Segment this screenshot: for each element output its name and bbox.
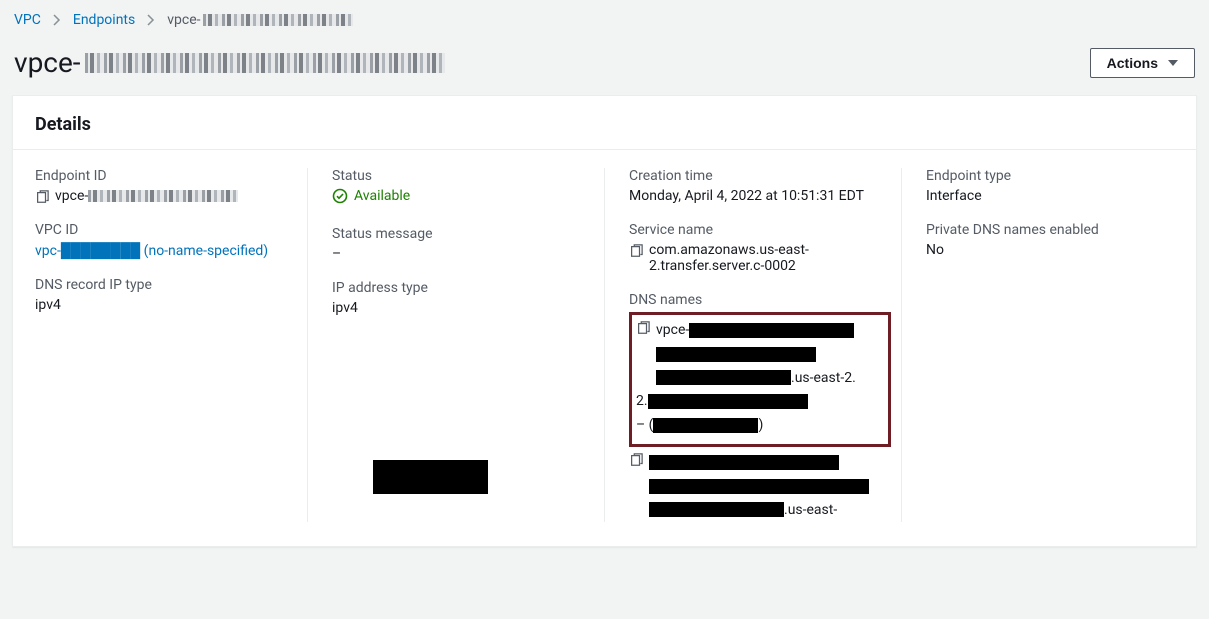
status-label: Status: [332, 168, 580, 184]
copy-icon[interactable]: [35, 190, 49, 204]
creation-time-label: Creation time: [629, 168, 877, 184]
chevron-down-icon: [1168, 60, 1178, 66]
page-title: vpce-: [14, 46, 445, 79]
dns-record-ip-type-label: DNS record IP type: [35, 277, 283, 293]
breadcrumb-current: vpce-: [167, 12, 352, 28]
dns-name-2: .us-east-: [649, 451, 877, 522]
endpoint-type-label: Endpoint type: [926, 168, 1174, 184]
check-circle-icon: [332, 188, 348, 204]
copy-icon[interactable]: [636, 321, 650, 335]
dns-names-label: DNS names: [629, 292, 877, 308]
endpoint-type-value: Interface: [926, 188, 1174, 204]
actions-button-label: Actions: [1107, 55, 1158, 71]
details-col-4: Endpoint type Interface Private DNS name…: [901, 168, 1174, 522]
private-dns-enabled-label: Private DNS names enabled: [926, 222, 1174, 238]
vpc-id-label: VPC ID: [35, 222, 283, 238]
status-value: Available: [332, 188, 410, 204]
vpc-id-link[interactable]: vpc-████████ (no-name-specified): [35, 243, 268, 259]
endpoint-id-label: Endpoint ID: [35, 168, 283, 184]
breadcrumb: VPC Endpoints vpce-: [12, 8, 1197, 46]
redaction-block: [373, 460, 488, 494]
dns-record-ip-type-value: ipv4: [35, 297, 283, 313]
service-name-value: com.amazonaws.us-east-2.transfer.server.…: [649, 242, 877, 274]
chevron-right-icon: [147, 14, 155, 26]
service-name-label: Service name: [629, 222, 877, 238]
details-heading: Details: [13, 96, 1196, 150]
details-col-3: Creation time Monday, April 4, 2022 at 1…: [604, 168, 901, 522]
dns-name-1: vpce- .us-east-2. 2. – (): [656, 319, 882, 438]
breadcrumb-vpc[interactable]: VPC: [14, 12, 41, 28]
details-col-1: Endpoint ID vpce- VPC ID vpc-████████ (n…: [35, 168, 307, 522]
ip-address-type-label: IP address type: [332, 280, 580, 296]
actions-button[interactable]: Actions: [1090, 48, 1195, 78]
copy-icon[interactable]: [629, 453, 643, 467]
dns-names-highlight: vpce- .us-east-2. 2. – (): [629, 312, 891, 447]
endpoint-id-value: vpce-: [55, 188, 238, 204]
ip-address-type-value: ipv4: [332, 300, 580, 316]
status-message-value: –: [332, 246, 580, 262]
creation-time-value: Monday, April 4, 2022 at 10:51:31 EDT: [629, 188, 877, 204]
details-panel: Details Endpoint ID vpce- VPC ID vp: [12, 95, 1197, 547]
chevron-right-icon: [53, 14, 61, 26]
private-dns-enabled-value: No: [926, 242, 1174, 258]
breadcrumb-endpoints[interactable]: Endpoints: [73, 12, 135, 28]
copy-icon[interactable]: [629, 244, 643, 258]
status-message-label: Status message: [332, 226, 580, 242]
